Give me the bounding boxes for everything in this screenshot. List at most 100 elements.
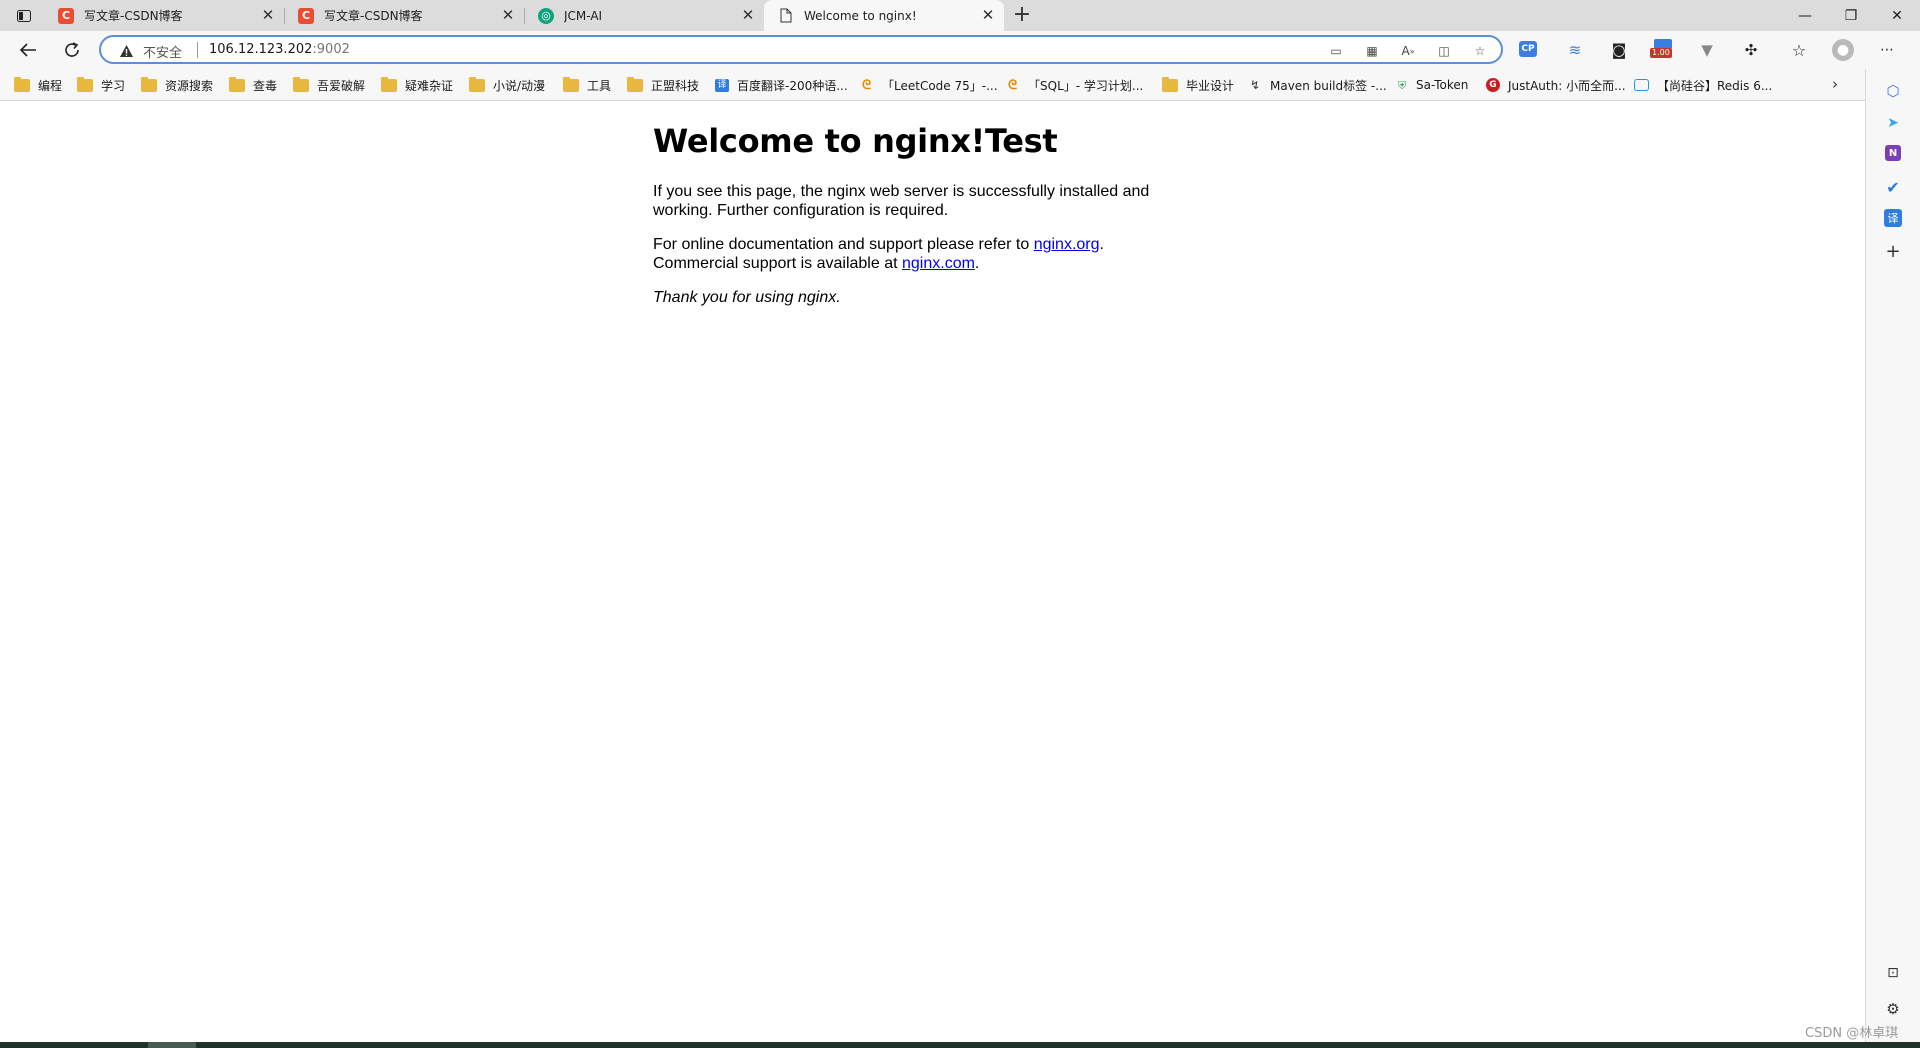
profile-avatar-icon[interactable]: ● (1832, 39, 1854, 61)
tab-jcm-ai[interactable]: ◎ JCM-AI ✕ (524, 0, 764, 31)
bookmark-folder[interactable]: 编程 (14, 76, 62, 94)
device-icon[interactable]: ▭ (1327, 42, 1345, 60)
bookmark-label: 小说/动漫 (493, 78, 546, 93)
todo-check-icon[interactable]: ✔ (1883, 177, 1903, 197)
bookmark-folder[interactable]: 资源搜索 (141, 76, 213, 94)
favorites-icon[interactable]: ☆ (1788, 39, 1810, 61)
tab-title: 写文章-CSDN博客 (324, 9, 423, 23)
bookmark-label: 百度翻译-200种语... (737, 78, 848, 93)
bookmark-link[interactable]: G JustAuth: 小而全而... (1486, 76, 1626, 94)
nginx-org-link[interactable]: nginx.org (1034, 236, 1100, 253)
bookmark-folder[interactable]: 小说/动漫 (469, 76, 545, 94)
read-aloud-icon[interactable]: A» (1399, 42, 1417, 60)
bookmark-folder[interactable]: 毕业设计 (1162, 76, 1234, 94)
tab-actions-icon (17, 10, 31, 22)
bookmark-label: 「LeetCode 75」-... (882, 78, 998, 93)
extension-v-icon[interactable]: ▼ (1696, 39, 1718, 61)
bookmark-folder[interactable]: 查毒 (229, 76, 277, 94)
bookmark-label: 【尚硅谷】Redis 6... (1657, 78, 1773, 93)
folder-icon (469, 76, 485, 92)
tab-csdn-2[interactable]: C 写文章-CSDN博客 ✕ (284, 0, 525, 31)
apps-grid-icon[interactable]: ▦ (1363, 42, 1381, 60)
tab-title: Welcome to nginx! (804, 8, 917, 23)
back-arrow-icon (19, 43, 36, 57)
bookmark-folder[interactable]: 正盟科技 (627, 76, 699, 94)
commercial-text: Commercial support is available at (653, 255, 902, 272)
csdn-icon: C (58, 7, 74, 24)
shield-icon: ⛨ (1398, 78, 1407, 92)
bookmarks-bar: 编程 学习 资源搜索 查毒 吾爱破解 疑难杂证 小说/动漫 工具 正盟科技 译百… (0, 69, 1920, 101)
folder-icon (1162, 76, 1178, 92)
bookmark-label: Maven build标签 -... (1270, 78, 1387, 93)
bookmark-link[interactable]: ⛨ Sa-Token (1398, 76, 1468, 94)
translate-icon[interactable]: 译 (1884, 209, 1902, 227)
bookmark-label: 吾爱破解 (317, 78, 366, 93)
back-button[interactable] (13, 36, 43, 64)
extension-badge-icon[interactable]: 1.00 (1650, 39, 1676, 61)
bookmark-label: 毕业设计 (1186, 78, 1235, 93)
leetcode-icon: ᘓ (1008, 77, 1018, 93)
settings-gear-icon[interactable]: ⚙ (1883, 999, 1903, 1019)
bookmark-label: 学习 (101, 78, 126, 93)
address-bar[interactable]: 不安全 106.12.123.202:9002 ▭ ▦ A» ◫ ☆ (99, 35, 1503, 64)
tab-strip: C 写文章-CSDN博客 ✕ C 写文章-CSDN博客 ✕ ◎ JCM-AI ✕… (0, 0, 1920, 31)
nginx-com-link[interactable]: nginx.com (902, 255, 975, 272)
copilot-icon[interactable]: ⬡ (1883, 81, 1903, 101)
tab-nginx[interactable]: Welcome to nginx! ✕ (764, 0, 1004, 31)
gitee-icon: G (1486, 78, 1500, 92)
support-text: For online documentation and support ple… (653, 236, 1034, 253)
tab-title: 写文章-CSDN博客 (84, 9, 183, 23)
bookmark-folder[interactable]: 学习 (77, 76, 125, 94)
refresh-button[interactable] (57, 36, 87, 64)
extensions-puzzle-icon[interactable]: ✣ (1740, 39, 1762, 61)
bookmark-link[interactable]: ↯ Maven build标签 -... (1250, 76, 1387, 94)
close-icon[interactable]: ✕ (980, 7, 996, 23)
bookmark-link[interactable]: 【尚硅谷】Redis 6... (1634, 76, 1772, 94)
bookmark-folder[interactable]: 吾爱破解 (293, 76, 365, 94)
folder-icon (563, 76, 579, 92)
more-menu-icon[interactable]: ⋯ (1876, 39, 1898, 61)
install-message: If you see this page, the nginx web serv… (653, 183, 1150, 219)
bookmark-label: 工具 (587, 78, 612, 93)
bookmark-link[interactable]: ᘓ 「LeetCode 75」-... (862, 76, 998, 94)
security-label[interactable]: 不安全 (143, 42, 182, 61)
commercial-text: . (974, 255, 980, 272)
minimize-button[interactable]: — (1782, 0, 1828, 31)
folder-icon (77, 76, 93, 92)
thanks-text: Thank you for using nginx. (653, 289, 841, 306)
page-icon (778, 8, 794, 24)
bookmark-link[interactable]: 译百度翻译-200种语... (715, 76, 848, 94)
tab-actions-button[interactable] (10, 5, 38, 27)
new-tab-button[interactable]: + (1010, 4, 1034, 28)
extension-download-icon[interactable]: ≋ (1564, 39, 1586, 61)
bookmark-label: 疑难杂证 (405, 78, 454, 93)
extension-cp-icon[interactable]: CP (1519, 41, 1537, 57)
close-icon[interactable]: ✕ (500, 7, 516, 23)
onenote-icon[interactable]: N (1885, 145, 1901, 161)
close-icon[interactable]: ✕ (260, 7, 276, 23)
split-screen-icon[interactable]: ◫ (1435, 42, 1453, 60)
tab-csdn-1[interactable]: C 写文章-CSDN博客 ✕ (44, 0, 285, 31)
nginx-welcome: Welcome to nginx!Test If you see this pa… (653, 122, 1353, 322)
screenshot-icon[interactable]: ⊡ (1883, 963, 1903, 983)
bookmarks-overflow-chevron-icon[interactable]: › (1832, 75, 1838, 93)
warning-icon[interactable] (119, 43, 134, 62)
add-icon[interactable]: + (1883, 241, 1903, 262)
support-text: . (1099, 236, 1104, 253)
send-icon[interactable]: ➤ (1883, 113, 1903, 133)
favorite-add-icon[interactable]: ☆ (1471, 42, 1489, 60)
watermark: CSDN @林卓琪 (1805, 1026, 1899, 1041)
close-icon[interactable]: ✕ (740, 7, 756, 23)
restore-button[interactable]: ❐ (1828, 0, 1874, 31)
bookmark-label: 资源搜索 (165, 78, 214, 93)
bookmark-label: Sa-Token (1416, 78, 1469, 92)
bookmark-link[interactable]: ᘓ 「SQL」- 学习计划... (1008, 76, 1143, 94)
extension-mask-icon[interactable]: ◙ (1608, 39, 1630, 61)
bookmark-label: 正盟科技 (651, 78, 700, 93)
maven-icon: ↯ (1250, 77, 1261, 92)
url-text[interactable]: 106.12.123.202:9002 (209, 42, 350, 57)
close-window-button[interactable]: ✕ (1874, 0, 1920, 31)
folder-icon (627, 76, 643, 92)
bookmark-folder[interactable]: 疑难杂证 (381, 76, 453, 94)
bookmark-folder[interactable]: 工具 (563, 76, 611, 94)
